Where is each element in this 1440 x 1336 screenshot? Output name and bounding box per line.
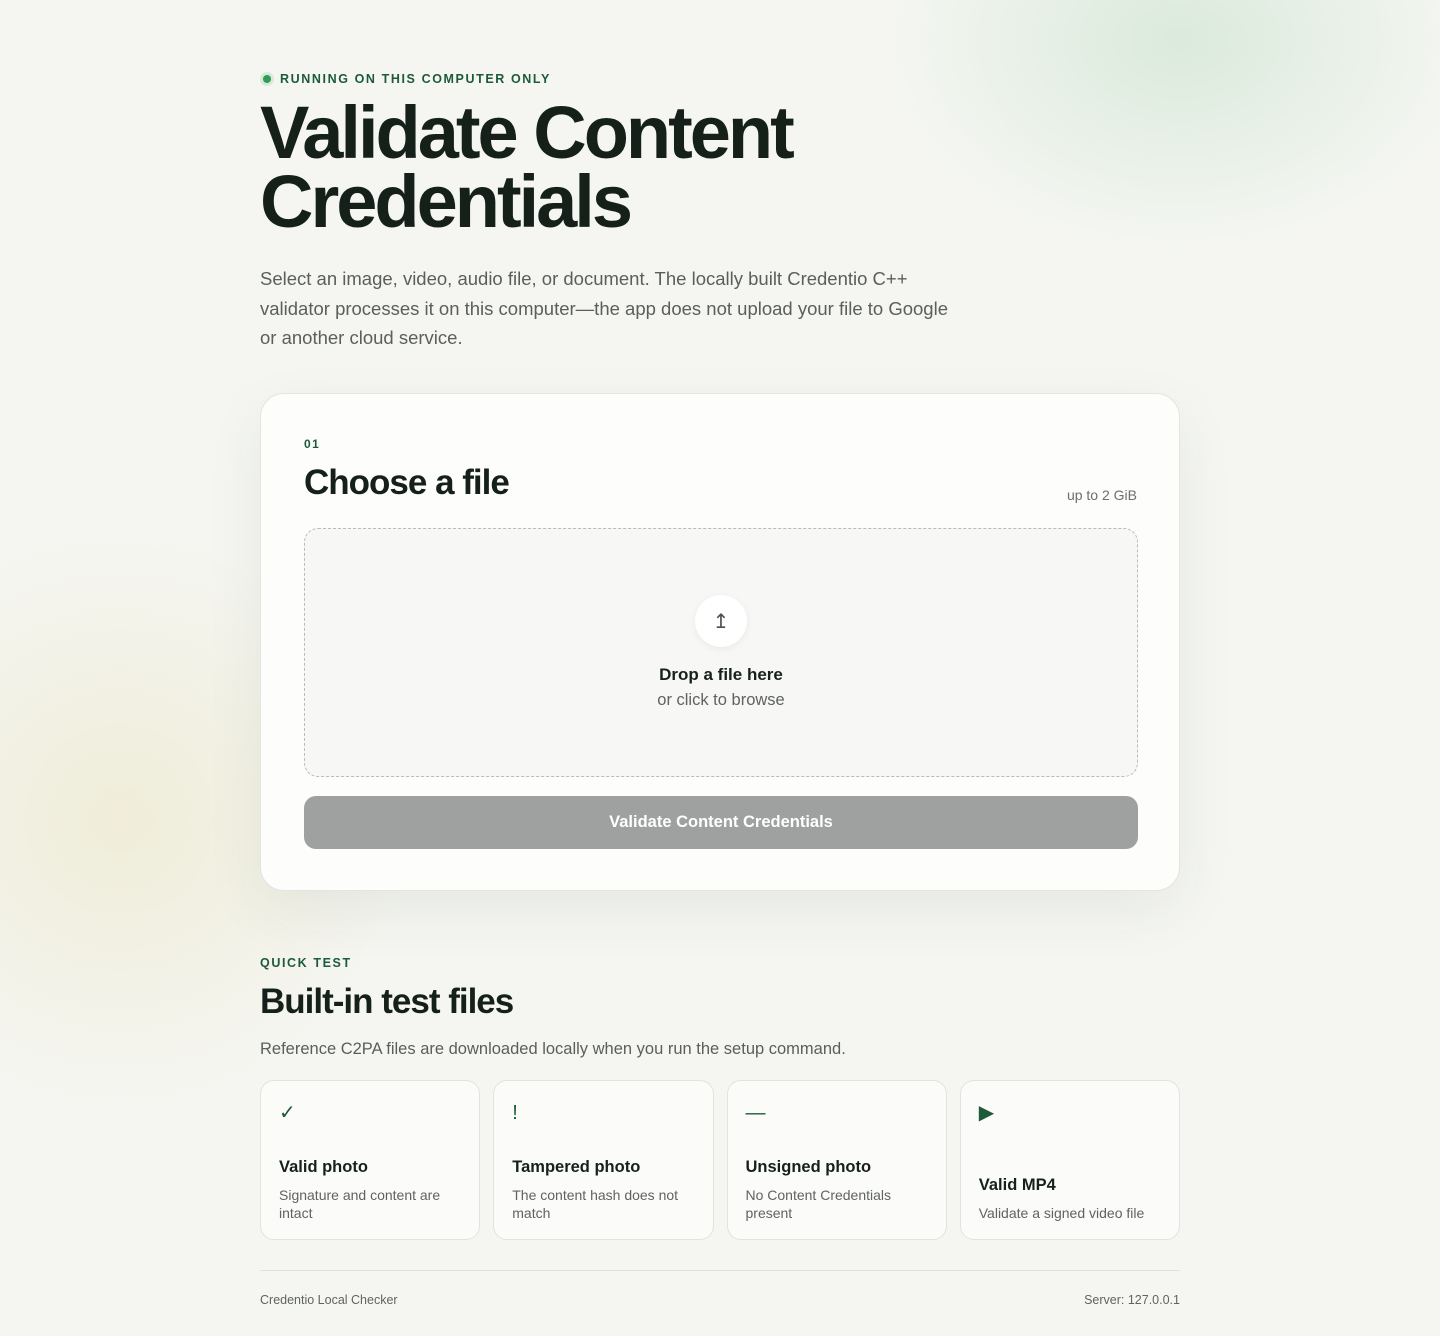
test-file-desc: Validate a signed video file xyxy=(978,1205,1145,1221)
status-badge-text: RUNNING ON THIS COMPUTER ONLY xyxy=(280,72,551,86)
status-dot-icon xyxy=(260,72,274,86)
test-file-list: ✓ Valid photo Signature and content are … xyxy=(260,1080,1180,1240)
test-file-desc: No Content Credentials present xyxy=(745,1187,892,1221)
footer-server-address: Server: 127.0.0.1 xyxy=(1084,1293,1180,1307)
file-dropzone[interactable]: ↥ Drop a file here or click to browse xyxy=(304,528,1138,777)
upload-card-title: Choose a file xyxy=(304,463,510,502)
test-file-desc: Signature and content are intact xyxy=(279,1187,441,1221)
status-badge: RUNNING ON THIS COMPUTER ONLY xyxy=(260,71,551,87)
quick-test-subtitle: Reference C2PA files are downloaded loca… xyxy=(260,1040,846,1058)
step-number: 01 xyxy=(304,437,321,451)
test-file-title: Valid MP4 xyxy=(978,1176,1056,1194)
exclamation-icon: ! xyxy=(512,1102,518,1124)
footer-app-name: Credentio Local Checker xyxy=(260,1293,398,1307)
test-file-title: Tampered photo xyxy=(512,1158,641,1176)
dropzone-title: Drop a file here xyxy=(659,665,783,684)
test-file-tampered-photo[interactable]: ! Tampered photo The content hash does n… xyxy=(493,1080,714,1240)
page-subtitle: Select an image, video, audio file, or d… xyxy=(260,268,948,348)
test-file-valid-photo[interactable]: ✓ Valid photo Signature and content are … xyxy=(260,1080,481,1240)
file-size-limit: up to 2 GiB xyxy=(1066,487,1137,503)
upload-card: 01 Choose a file up to 2 GiB ↥ Drop a fi… xyxy=(260,393,1180,891)
validate-button[interactable]: Validate Content Credentials xyxy=(304,796,1138,849)
test-file-unsigned-photo[interactable]: — Unsigned photo No Content Credentials … xyxy=(726,1080,947,1240)
check-icon: ✓ xyxy=(279,1102,296,1124)
quick-test-title: Built-in test files xyxy=(260,982,514,1021)
test-file-desc: The content hash does not match xyxy=(512,1187,679,1221)
upload-icon: ↥ xyxy=(695,595,747,647)
footer-divider xyxy=(260,1270,1180,1271)
page-title: Validate Content Credentials xyxy=(260,91,795,243)
test-file-title: Unsigned photo xyxy=(745,1158,872,1176)
quick-test-label: QUICK TEST xyxy=(260,956,352,970)
play-icon: ▶ xyxy=(978,1102,995,1124)
test-file-valid-mp4[interactable]: ▶ Valid MP4 Validate a signed video file xyxy=(959,1080,1180,1240)
dash-icon: — xyxy=(745,1102,766,1124)
test-file-title: Valid photo xyxy=(279,1158,368,1176)
dropzone-subtitle: or click to browse xyxy=(657,691,785,709)
